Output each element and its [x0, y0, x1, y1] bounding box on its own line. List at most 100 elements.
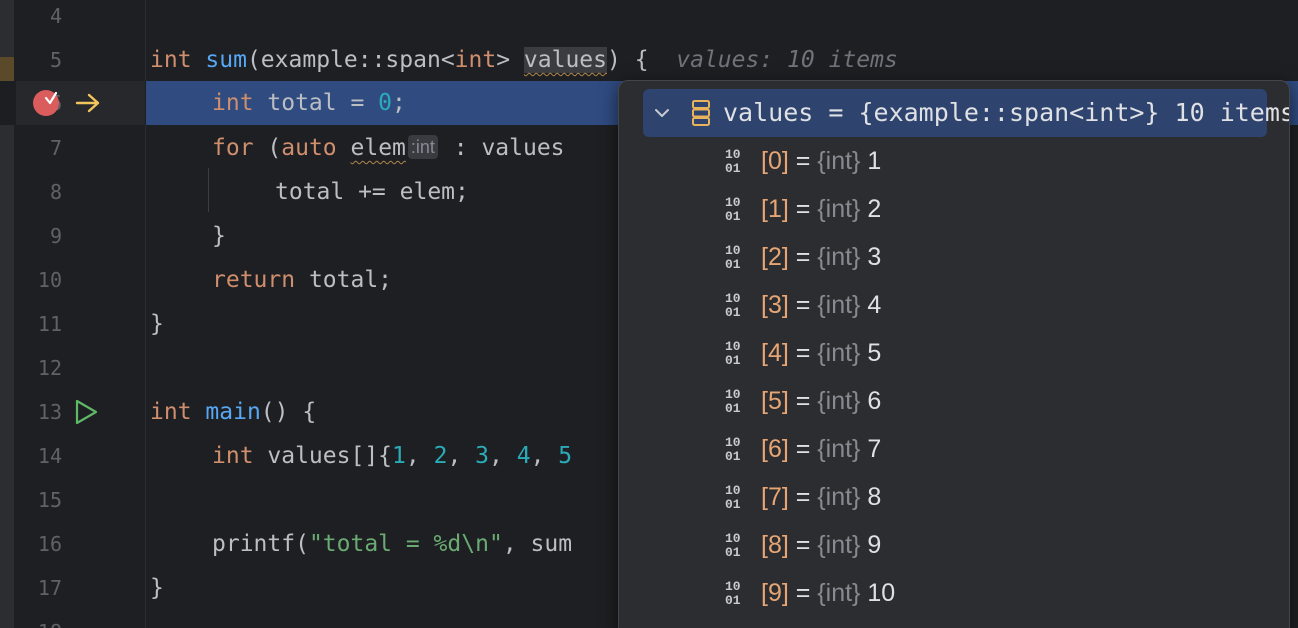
binary-icon: 10 01: [725, 147, 741, 176]
popup-item-row[interactable]: 10 01 [9] = {int} 10: [619, 569, 1289, 617]
binary-icon: 10 01: [725, 339, 741, 368]
item-type: {int}: [817, 243, 861, 271]
item-type: {int}: [817, 579, 861, 607]
item-index: [1]: [761, 195, 789, 223]
item-value: 10: [867, 579, 896, 607]
code-editor[interactable]: 4 5 int sum(example::span<int> values) {…: [0, 0, 1298, 628]
code-text[interactable]: printf("total = %d\n", sum: [212, 522, 572, 566]
popup-item-row[interactable]: 10 01 [0] = {int} 1: [619, 137, 1289, 185]
item-value: 7: [867, 435, 882, 463]
popup-item-text: [7] = {int} 8: [761, 483, 882, 511]
code-text[interactable]: }: [150, 302, 164, 346]
item-index: [4]: [761, 339, 789, 367]
item-index: [6]: [761, 435, 789, 463]
item-value: 2: [867, 195, 882, 223]
code-text[interactable]: }: [212, 214, 226, 258]
popup-item-row[interactable]: 10 01 [2] = {int} 3: [619, 233, 1289, 281]
binary-icon: 10 01: [725, 435, 741, 464]
breakpoint-icon[interactable]: [32, 89, 60, 117]
popup-item-text: [4] = {int} 5: [761, 339, 882, 367]
item-value: 1: [867, 147, 882, 175]
item-value: 9: [867, 531, 882, 559]
item-index: [3]: [761, 291, 789, 319]
popup-item-text: [1] = {int} 2: [761, 195, 882, 223]
item-type: {int}: [817, 291, 861, 319]
popup-item-row[interactable]: 10 01 [6] = {int} 7: [619, 425, 1289, 473]
item-value: 8: [867, 483, 882, 511]
item-index: [7]: [761, 483, 789, 511]
code-text[interactable]: }: [150, 566, 164, 610]
code-text[interactable]: total += elem;: [275, 170, 469, 214]
hovered-symbol: values: [523, 47, 608, 73]
popup-item-row[interactable]: 10 01 [3] = {int} 4: [619, 281, 1289, 329]
line-number: 10: [37, 268, 62, 292]
item-type: {int}: [817, 483, 861, 511]
item-type: {int}: [817, 339, 861, 367]
item-index: [9]: [761, 579, 789, 607]
run-icon[interactable]: [73, 399, 99, 425]
line-number: 15: [37, 488, 62, 512]
popup-item-text: [6] = {int} 7: [761, 435, 882, 463]
line-number: 18: [0, 610, 62, 628]
code-line[interactable]: 4: [0, 0, 1298, 38]
line-number: 9: [49, 224, 62, 248]
popup-item-row[interactable]: 10 01 [4] = {int} 5: [619, 329, 1289, 377]
line-number: 17: [37, 576, 62, 600]
code-text[interactable]: for (auto elem:int : values: [212, 126, 565, 170]
popup-item-text: [3] = {int} 4: [761, 291, 882, 319]
item-value: 5: [867, 339, 882, 367]
popup-root-node[interactable]: values = {example::span<int>} 10 items: [643, 89, 1289, 137]
code-line[interactable]: 5 int sum(example::span<int> values) { v…: [0, 38, 1298, 82]
binary-icon: 10 01: [725, 483, 741, 512]
popup-item-row[interactable]: 10 01 [7] = {int} 8: [619, 473, 1289, 521]
popup-item-text: [2] = {int} 3: [761, 243, 882, 271]
code-text[interactable]: int total = 0;: [212, 81, 406, 125]
popup-item-row[interactable]: 10 01 [5] = {int} 6: [619, 377, 1289, 425]
item-type: {int}: [817, 195, 861, 223]
item-index: [5]: [761, 387, 789, 415]
popup-item-row[interactable]: 10 01 [1] = {int} 2: [619, 185, 1289, 233]
item-index: [0]: [761, 147, 789, 175]
popup-item-row[interactable]: 10 01 [8] = {int} 9: [619, 521, 1289, 569]
line-number: 14: [37, 444, 62, 468]
stack-icon: [692, 100, 710, 126]
line-number: 5: [49, 48, 62, 72]
line-number: 7: [49, 136, 62, 160]
binary-icon: 10 01: [725, 195, 741, 224]
line-number: 11: [37, 312, 62, 336]
indent-guide: [208, 168, 209, 212]
line-number: 12: [37, 356, 62, 380]
binary-icon: 10 01: [725, 579, 741, 608]
item-type: {int}: [817, 387, 861, 415]
item-value: 3: [867, 243, 882, 271]
chevron-down-icon[interactable]: [651, 102, 673, 124]
popup-item-text: [0] = {int} 1: [761, 147, 882, 175]
debug-value-popup[interactable]: values = {example::span<int>} 10 items 1…: [618, 80, 1290, 628]
type-hint: :int: [407, 135, 438, 159]
line-number: 8: [49, 180, 62, 204]
inline-value-hint: values: 10 items: [676, 47, 898, 73]
line-number: 16: [37, 532, 62, 556]
item-value: 4: [867, 291, 882, 319]
binary-icon: 10 01: [725, 531, 741, 560]
code-text[interactable]: int sum(example::span<int> values) { val…: [150, 38, 898, 82]
popup-item-text: [8] = {int} 9: [761, 531, 882, 559]
code-text[interactable]: int values[]{1, 2, 3, 4, 5: [212, 434, 572, 478]
popup-item-text: [9] = {int} 10: [761, 579, 896, 607]
popup-item-text: [5] = {int} 6: [761, 387, 882, 415]
binary-icon: 10 01: [725, 243, 741, 272]
item-type: {int}: [817, 435, 861, 463]
code-text[interactable]: int main() {: [150, 390, 316, 434]
item-type: {int}: [817, 531, 861, 559]
line-number: 13: [37, 400, 62, 424]
item-index: [8]: [761, 531, 789, 559]
popup-header-text: values = {example::span<int>} 10 items: [723, 98, 1290, 127]
item-index: [2]: [761, 243, 789, 271]
code-text[interactable]: return total;: [212, 258, 392, 302]
item-type: {int}: [817, 147, 861, 175]
line-number: 4: [49, 4, 62, 28]
binary-icon: 10 01: [725, 387, 741, 416]
item-value: 6: [867, 387, 882, 415]
execution-arrow-icon: [75, 93, 100, 113]
binary-icon: 10 01: [725, 291, 741, 320]
